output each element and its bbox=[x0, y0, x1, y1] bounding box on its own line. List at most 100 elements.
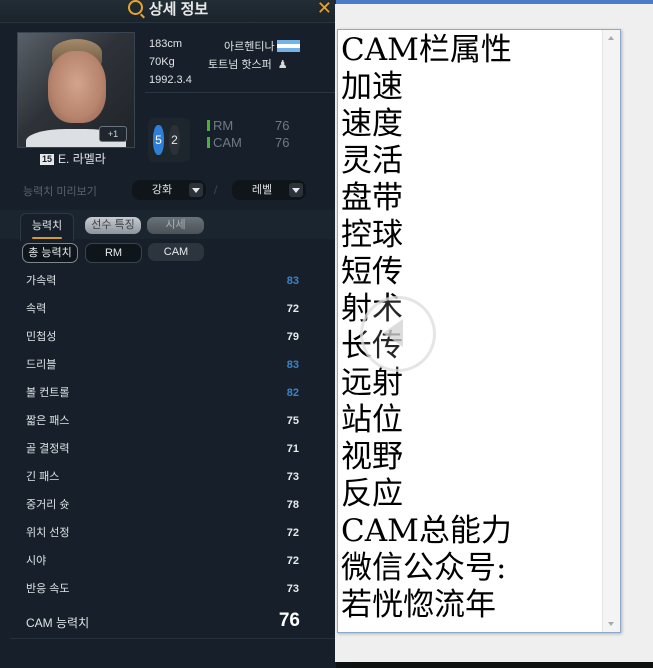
stat-value: 78 bbox=[286, 499, 299, 511]
stat-value: 73 bbox=[286, 583, 299, 595]
stat-row: 긴 패스 73 bbox=[0, 467, 336, 487]
enhance-dropdown-value: 강화 bbox=[151, 184, 173, 196]
stat-row: 가속력 83 bbox=[0, 271, 336, 291]
player-club: 토트넘 핫스퍼 ♟ bbox=[208, 56, 288, 72]
player-birthdate: 1992.3.4 bbox=[149, 74, 192, 86]
stat-value: 72 bbox=[286, 555, 299, 567]
active-tab-indicator bbox=[32, 237, 62, 239]
note-line: 速度 bbox=[341, 106, 403, 142]
stat-row: 짧은 패스 75 bbox=[0, 411, 336, 431]
stat-value: 73 bbox=[286, 471, 299, 483]
subtab-total-stats[interactable]: 총 능력치 bbox=[22, 243, 78, 263]
tab-market-price[interactable]: 시세 bbox=[147, 217, 204, 234]
back-arrow-overlay-icon[interactable] bbox=[360, 296, 436, 372]
stat-label: 긴 패스 bbox=[26, 471, 60, 483]
tab-label: 능력치 bbox=[31, 220, 63, 232]
note-line: 反应 bbox=[341, 476, 403, 512]
enhance-dropdown[interactable]: 강화 bbox=[132, 180, 206, 200]
stat-row: 위치 선정 72 bbox=[0, 523, 336, 543]
player-detail-panel: 상세 정보 ✕ +1 15 E. 라멜라 183cm 70Kg 1992.3.4 … bbox=[0, 0, 336, 668]
close-icon[interactable]: ✕ bbox=[317, 0, 332, 19]
stat-label: 속력 bbox=[26, 303, 47, 315]
window-title-text: 상세 정보 bbox=[148, 1, 209, 18]
position-cam-rating: 76 bbox=[275, 135, 290, 150]
position-rm: RM bbox=[207, 118, 233, 133]
argentina-flag-icon bbox=[276, 40, 300, 52]
club-text: 토트넘 핫스퍼 bbox=[208, 59, 272, 71]
player-nation: 아르헨티나 bbox=[224, 38, 300, 54]
position-name: RM bbox=[213, 118, 234, 133]
scroll-up-icon[interactable] bbox=[608, 36, 614, 40]
jersey-number: 15 bbox=[40, 154, 55, 165]
position-bar bbox=[207, 120, 210, 131]
player-weight: 70Kg bbox=[149, 56, 175, 68]
position-bar bbox=[207, 137, 210, 148]
separator: / bbox=[214, 183, 218, 197]
level-dropdown[interactable]: 레벨 bbox=[232, 180, 306, 200]
note-line: 灵活 bbox=[341, 143, 403, 179]
stat-value: 82 bbox=[286, 387, 299, 399]
position-rm-rating: 76 bbox=[275, 118, 290, 133]
total-rating-value: 76 bbox=[278, 610, 300, 631]
stat-value: 79 bbox=[286, 331, 299, 343]
note-line: 加速 bbox=[341, 69, 403, 105]
upgrade-badge: +1 bbox=[99, 126, 127, 142]
stat-row: 드리블 83 bbox=[0, 355, 336, 375]
note-line: 若恍惚流年 bbox=[341, 587, 496, 623]
portrait-face bbox=[48, 51, 106, 123]
subtab-rm[interactable]: RM bbox=[85, 243, 142, 263]
tab-player-traits[interactable]: 선수 특징 bbox=[85, 217, 141, 234]
stat-row: 볼 컨트롤 82 bbox=[0, 383, 336, 403]
stat-value: 83 bbox=[286, 275, 299, 287]
chevron-down-icon[interactable] bbox=[189, 183, 203, 197]
total-rating-row: CAM 능력치 76 bbox=[0, 610, 336, 636]
subtab-cam[interactable]: CAM bbox=[148, 243, 204, 261]
stat-label: 드리블 bbox=[26, 359, 57, 371]
nation-text: 아르헨티나 bbox=[224, 41, 275, 53]
footer-divider bbox=[10, 638, 336, 639]
title-bar: 상세 정보 ✕ bbox=[0, 0, 336, 23]
player-height: 183cm bbox=[149, 38, 183, 50]
note-line: CAM总能力 bbox=[341, 513, 512, 549]
stat-row: 반응 속도 73 bbox=[0, 579, 336, 599]
stat-value: 72 bbox=[286, 303, 299, 315]
note-line: 视野 bbox=[341, 439, 403, 475]
stat-row: 중거리 슛 78 bbox=[0, 495, 336, 515]
stat-value: 75 bbox=[286, 415, 299, 427]
note-line: CAM栏属性 bbox=[341, 32, 512, 68]
note-line: 控球 bbox=[341, 217, 403, 253]
club-crest-icon: ♟ bbox=[277, 59, 288, 71]
info-divider bbox=[145, 92, 336, 93]
stat-label: 가속력 bbox=[26, 275, 57, 287]
chevron-down-icon[interactable] bbox=[289, 183, 303, 197]
bottom-strip bbox=[351, 662, 653, 668]
foot-ability: 5 2 bbox=[148, 118, 190, 162]
stat-label: 위치 선정 bbox=[26, 527, 70, 539]
window-title: 상세 정보 bbox=[0, 0, 336, 19]
level-dropdown-value: 레벨 bbox=[251, 184, 273, 196]
stat-row: 골 결정력 71 bbox=[0, 439, 336, 459]
stat-label: 민첩성 bbox=[26, 331, 57, 343]
note-line: 盘带 bbox=[341, 180, 403, 216]
stat-label: 시야 bbox=[26, 555, 47, 567]
vertical-scrollbar[interactable] bbox=[602, 30, 620, 632]
left-foot-icon: 5 bbox=[153, 125, 164, 155]
note-line: 远射 bbox=[341, 365, 403, 401]
right-foot-icon: 2 bbox=[169, 125, 180, 155]
player-name-text: E. 라멜라 bbox=[58, 152, 106, 166]
stat-row: 시야 72 bbox=[0, 551, 336, 571]
note-line: 站位 bbox=[341, 402, 403, 438]
player-name: 15 E. 라멜라 bbox=[40, 150, 106, 167]
stat-value: 71 bbox=[286, 443, 299, 455]
position-name: CAM bbox=[213, 135, 242, 150]
preview-label: 능력치 미리보기 bbox=[23, 186, 97, 198]
scroll-down-icon[interactable] bbox=[608, 622, 614, 626]
note-line: 短传 bbox=[341, 254, 403, 290]
search-icon bbox=[127, 0, 143, 15]
stat-label: 짧은 패스 bbox=[26, 415, 70, 427]
stat-label: 골 결정력 bbox=[26, 443, 70, 455]
position-cam: CAM bbox=[207, 135, 242, 150]
stat-value: 83 bbox=[286, 359, 299, 371]
stat-row: 민첩성 79 bbox=[0, 327, 336, 347]
tab-stats[interactable]: 능력치 bbox=[20, 213, 74, 241]
